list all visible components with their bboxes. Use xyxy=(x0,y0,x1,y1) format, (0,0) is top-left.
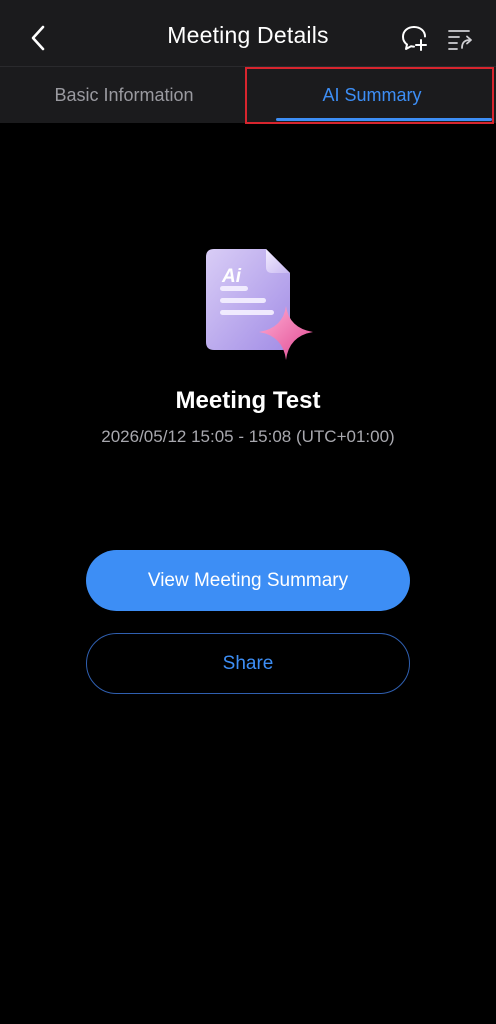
share-list-button[interactable] xyxy=(444,22,476,54)
ai-document-icon: Ai xyxy=(196,244,320,366)
active-tab-indicator xyxy=(276,118,492,121)
ai-icon-label: Ai xyxy=(222,266,241,287)
meeting-time: 2026/05/12 15:05 - 15:08 (UTC+01:00) xyxy=(101,427,395,446)
view-meeting-summary-button[interactable]: View Meeting Summary xyxy=(86,550,410,611)
tab-bar: Basic Information AI Summary xyxy=(0,66,496,123)
top-bar: Meeting Details xyxy=(0,0,496,66)
meeting-title: Meeting Test xyxy=(175,387,321,414)
share-button[interactable]: Share xyxy=(86,633,410,694)
share-list-icon xyxy=(448,30,472,50)
tab-basic-information[interactable]: Basic Information xyxy=(0,67,248,123)
tab-ai-summary[interactable]: AI Summary xyxy=(248,67,496,123)
add-chat-icon xyxy=(402,26,427,51)
add-chat-button[interactable] xyxy=(398,22,430,54)
